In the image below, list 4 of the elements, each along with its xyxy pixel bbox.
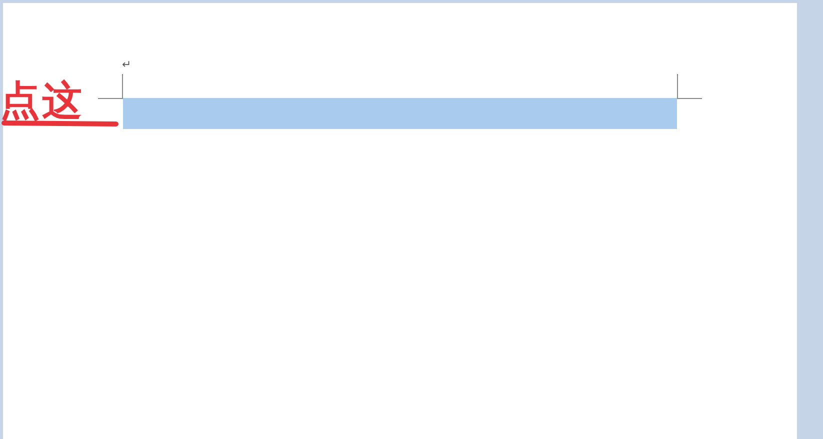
crop-mark — [677, 74, 702, 99]
crop-mark — [98, 74, 123, 99]
handwritten-note: 点这 — [0, 81, 84, 121]
paragraph-mark: ↵ — [122, 60, 131, 71]
